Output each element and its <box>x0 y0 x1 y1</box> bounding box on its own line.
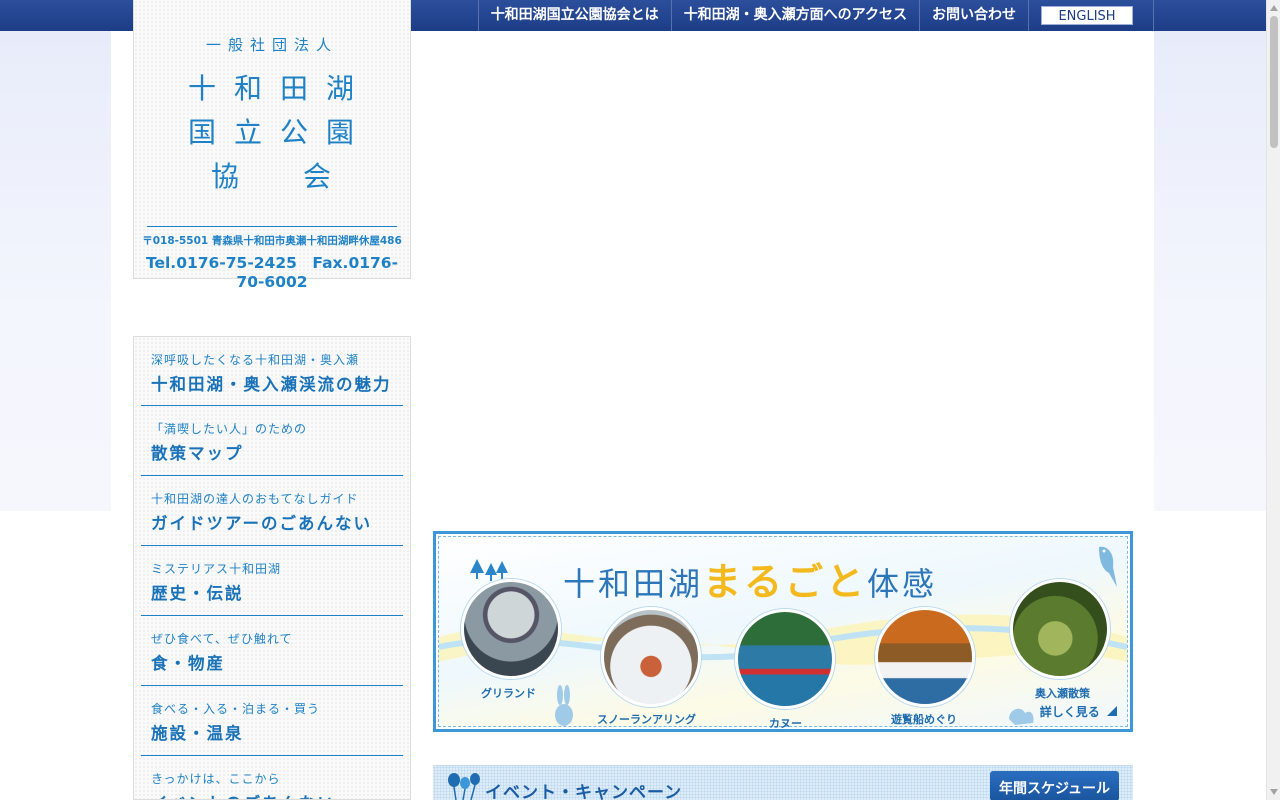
nav-contact[interactable]: お問い合わせ <box>919 0 1028 31</box>
menu-item-title: 散策マップ <box>151 444 244 463</box>
menu-item-guide[interactable]: 十和田湖の達人のおもてなしガイド ガイドツアーのごあんない <box>141 476 403 546</box>
menu-item-map[interactable]: 「満喫したい人」のための 散策マップ <box>141 406 403 476</box>
menu-item-title: 歴史・伝説 <box>151 584 244 603</box>
menu-item-subtitle: 深呼吸したくなる十和田湖・奥入瀬 <box>151 353 360 367</box>
menu-item-facilities[interactable]: 食べる・入る・泊まる・買う 施設・温泉 <box>141 686 403 756</box>
menu-item-subtitle: 食べる・入る・泊まる・買う <box>151 702 321 716</box>
scroll-up-icon[interactable] <box>1270 4 1278 12</box>
menu-item-events[interactable]: きっかけは、ここから イベントのごあんない <box>141 756 403 799</box>
menu-item-title: ガイドツアーのごあんない <box>151 514 373 533</box>
activity-label: 遊覧船めぐり <box>891 713 957 726</box>
english-wrap: ENGLISH <box>1028 0 1153 31</box>
squirrel-icon <box>1009 708 1034 725</box>
rabbit-icon <box>555 685 573 726</box>
menu-item-title: 食・物産 <box>151 654 225 673</box>
marugoto-banner[interactable]: 十和田湖まるごと体感 グリランド スノーランアリング カヌー 遊覧船めぐり 奥入… <box>433 531 1133 732</box>
menu-item-title: 施設・温泉 <box>151 724 244 743</box>
activity-label: カヌー <box>769 717 802 730</box>
org-address: 〒018-5501 青森県十和田市奥瀬十和田湖畔休屋486 <box>142 235 402 247</box>
menu-item-food[interactable]: ぜひ食べて、ぜひ触れて 食・物産 <box>141 616 403 686</box>
menu-item-subtitle: 「満喫したい人」のための <box>151 422 308 436</box>
side-menu: 深呼吸したくなる十和田湖・奥入瀬 十和田湖・奥入瀬渓流の魅力 「満喫したい人」の… <box>133 336 411 800</box>
banner-more-label: 詳しく見る <box>1039 705 1100 719</box>
org-name-line2: 国立公園 <box>187 116 372 149</box>
menu-item-title: 十和田湖・奥入瀬渓流の魅力 <box>151 375 392 394</box>
nav-divider <box>1153 0 1154 31</box>
activity-label: グリランド <box>481 687 536 700</box>
site-logo[interactable]: 一般社団法人 十和田湖 国立公園 協 会 〒018-5501 青森県十和田市奥瀬… <box>133 0 411 291</box>
events-title: イベント・キャンペーン <box>485 783 683 800</box>
annual-schedule-button[interactable]: 年間スケジュール <box>990 771 1119 800</box>
menu-item-subtitle: 十和田湖の達人のおもてなしガイド <box>151 492 359 506</box>
banner-title-prefix: 十和田湖 <box>563 565 704 603</box>
balloon-icon <box>448 773 480 800</box>
activity-image-canoe[interactable] <box>735 609 835 709</box>
events-section-header: イベント・キャンペーン 年間スケジュール <box>433 765 1133 800</box>
menu-item-subtitle: ミステリアス十和田湖 <box>151 562 282 576</box>
activity-image-cruise[interactable] <box>875 607 975 707</box>
org-type: 一般社団法人 <box>205 36 338 54</box>
banner-title-suffix: 体感 <box>867 565 938 603</box>
scrollbar[interactable] <box>1266 0 1280 800</box>
menu-item-history[interactable]: ミステリアス十和田湖 歴史・伝説 <box>141 546 403 616</box>
corner-arrow-icon <box>1107 706 1117 716</box>
top-nav: 十和田湖国立公園協会とは 十和田湖・奥入瀬方面へのアクセス お問い合わせ ENG… <box>477 0 1154 31</box>
menu-item-charm[interactable]: 深呼吸したくなる十和田湖・奥入瀬 十和田湖・奥入瀬渓流の魅力 <box>141 337 403 406</box>
banner-inner: 十和田湖まるごと体感 グリランド スノーランアリング カヌー 遊覧船めぐり 奥入… <box>438 536 1128 729</box>
menu-item-title: イベントのごあんない <box>151 790 403 799</box>
nav-access[interactable]: 十和田湖・奥入瀬方面へのアクセス <box>670 0 919 31</box>
menu-item-subtitle: きっかけは、ここから <box>151 772 281 786</box>
nav-about[interactable]: 十和田湖国立公園協会とは <box>477 0 671 31</box>
activity-image-snowshoe[interactable] <box>601 607 701 707</box>
activity-label: 奥入瀬散策 <box>1035 687 1090 700</box>
scroll-thumb[interactable] <box>1270 16 1278 148</box>
activity-image-grassland[interactable] <box>461 579 561 679</box>
english-button[interactable]: ENGLISH <box>1041 6 1133 25</box>
activity-label: スノーランアリング <box>597 713 696 726</box>
banner-more-link[interactable]: 詳しく見る <box>1040 703 1117 720</box>
org-name-line3: 協 会 <box>210 160 349 193</box>
logo-divider <box>147 226 397 227</box>
menu-item-subtitle: ぜひ食べて、ぜひ触れて <box>151 632 293 646</box>
bird-icon <box>1099 546 1117 587</box>
scroll-down-icon[interactable] <box>1270 788 1278 796</box>
banner-title: 十和田湖まるごと体感 <box>563 551 937 606</box>
banner-title-highlight: まるごと <box>703 560 868 604</box>
org-contact: Tel.0176-75-2425 Fax.0176-70-6002 <box>145 254 399 291</box>
activity-image-oirase[interactable] <box>1010 579 1110 679</box>
page-container: 十和田湖国立公園協会とは 十和田湖・奥入瀬方面へのアクセス お問い合わせ ENG… <box>111 0 1154 800</box>
org-name-line1: 十和田湖 <box>187 72 372 105</box>
